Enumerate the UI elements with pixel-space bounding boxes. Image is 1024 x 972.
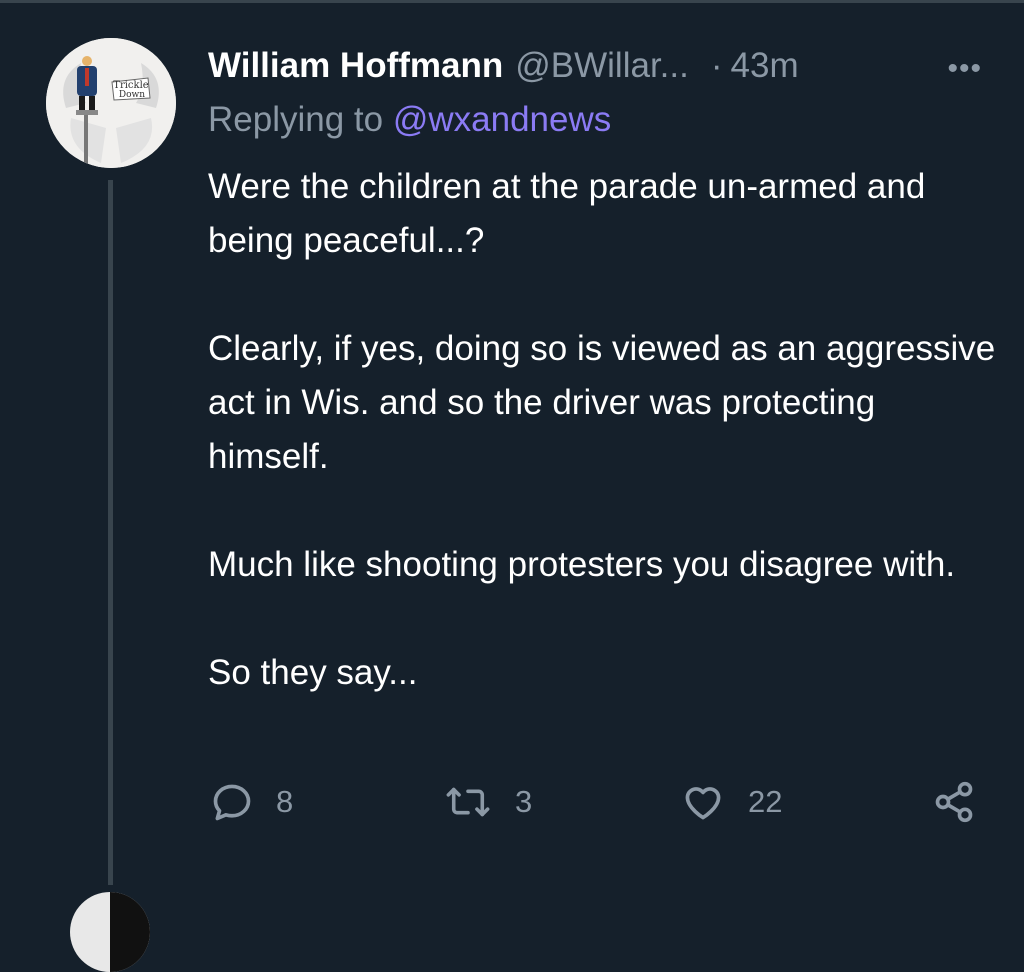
like-button[interactable]: 22 (680, 780, 782, 824)
replying-to-mention-link[interactable]: @wxandnews (393, 100, 611, 139)
like-count: 22 (748, 784, 783, 819)
avatar-cartoon-image: Trickle Down (46, 38, 176, 168)
avatar-sign-line-2: Down (119, 90, 145, 100)
avatar[interactable]: Trickle Down (46, 38, 176, 168)
tweet-header: William Hoffmann @BWillar... · 43m ••• (208, 42, 988, 90)
tweet-paragraph: Clearly, if yes, doing so is viewed as a… (208, 329, 996, 476)
retweet-icon (443, 780, 493, 824)
more-options-icon[interactable]: ••• (947, 52, 982, 86)
share-button[interactable] (932, 780, 976, 824)
retweet-count: 3 (515, 784, 533, 819)
author-name[interactable]: William Hoffmann (208, 46, 503, 86)
header-separator: · (710, 46, 723, 85)
reply-icon (210, 780, 254, 824)
tweet-paragraph: Were the children at the parade un-armed… (208, 167, 926, 260)
replying-to-line: Replying to @wxandnews (208, 100, 611, 140)
reply-count: 8 (276, 784, 294, 819)
reply-button[interactable]: 8 (210, 780, 293, 824)
share-icon (932, 780, 976, 824)
next-tweet-avatar[interactable] (70, 892, 150, 972)
tweet-paragraph: Much like shooting protesters you disagr… (208, 545, 956, 584)
tweet-time[interactable]: 43m (731, 46, 799, 86)
author-handle[interactable]: @BWillar... (515, 46, 689, 86)
heart-icon (680, 780, 726, 824)
retweet-button[interactable]: 3 (443, 780, 532, 824)
top-divider (0, 0, 1024, 3)
replying-to-prefix: Replying to (208, 100, 384, 139)
tweet-action-bar: 8 3 22 (0, 780, 1024, 840)
tweet-text: Were the children at the parade un-armed… (208, 160, 998, 754)
tweet-paragraph: So they say... (208, 653, 418, 692)
